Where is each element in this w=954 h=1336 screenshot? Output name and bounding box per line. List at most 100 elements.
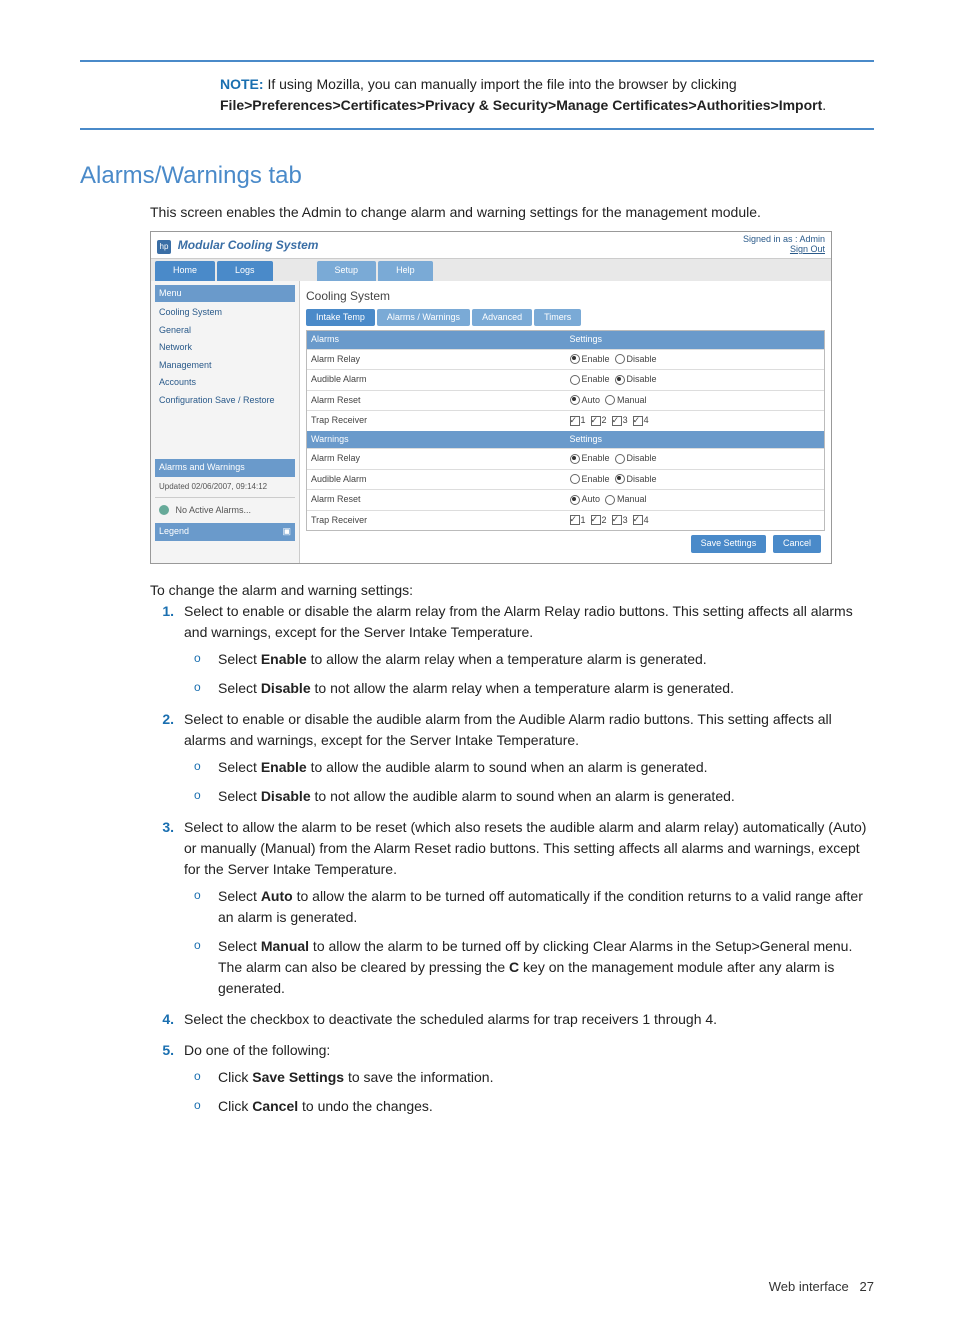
sidebar-item-accounts[interactable]: Accounts <box>155 374 295 392</box>
row-reset: Alarm Reset <box>307 390 566 411</box>
app-title: Modular Cooling System <box>178 238 319 252</box>
subtabs: Intake Temp Alarms / Warnings Advanced T… <box>306 309 825 327</box>
trap-cb-2[interactable] <box>591 416 601 426</box>
hdr-settings-2: Settings <box>566 431 825 449</box>
tab-help[interactable]: Help <box>378 261 433 281</box>
step-5b: Click Cancel to undo the changes. <box>184 1096 874 1117</box>
audible-enable-radio[interactable] <box>570 375 580 385</box>
alarm-relay-opts: Enable Disable <box>566 349 825 370</box>
sign-out-link[interactable]: Sign Out <box>743 245 825 255</box>
row-audible: Audible Alarm <box>307 369 566 390</box>
row-trap: Trap Receiver <box>307 410 566 431</box>
app-title-wrap: hp Modular Cooling System <box>157 236 318 254</box>
legend-label: Legend <box>159 525 189 539</box>
warn-trap-cb-4[interactable] <box>633 515 643 525</box>
step-2b: Select Disable to not allow the audible … <box>184 786 874 807</box>
warn-trap-cb-2[interactable] <box>591 515 601 525</box>
sidebar-item-config[interactable]: Configuration Save / Restore <box>155 392 295 410</box>
instructions: 1. Select to enable or disable the alarm… <box>150 601 874 1117</box>
reset-opts: Auto Manual <box>566 390 825 411</box>
tab-logs[interactable]: Logs <box>217 261 273 281</box>
note-text: If using Mozilla, you can manually impor… <box>267 76 736 92</box>
hdr-warnings: Warnings <box>307 431 566 449</box>
tab-home[interactable]: Home <box>155 261 215 281</box>
status-ok-icon <box>159 505 169 515</box>
instructions-lead: To change the alarm and warning settings… <box>150 580 874 601</box>
step-2a: Select Enable to allow the audible alarm… <box>184 757 874 778</box>
footer-page: 27 <box>860 1279 874 1294</box>
sidebar-item-management[interactable]: Management <box>155 357 295 375</box>
cancel-button[interactable]: Cancel <box>773 535 821 553</box>
hp-logo-icon: hp <box>157 240 171 254</box>
subtab-advanced[interactable]: Advanced <box>472 309 532 327</box>
expand-icon: ▣ <box>282 525 291 539</box>
tab-setup[interactable]: Setup <box>317 261 377 281</box>
audible-opts: Enable Disable <box>566 369 825 390</box>
note-label: NOTE: <box>220 76 264 92</box>
row-warn-relay: Alarm Relay <box>307 448 566 469</box>
save-settings-button[interactable]: Save Settings <box>691 535 767 553</box>
warn-relay-enable-radio[interactable] <box>570 454 580 464</box>
step-5a: Click Save Settings to save the informat… <box>184 1067 874 1088</box>
sidebar-no-alarms: No Active Alarms... <box>155 498 295 524</box>
sidebar-item-cooling[interactable]: Cooling System <box>155 304 295 322</box>
section-title: Alarms/Warnings tab <box>80 158 874 194</box>
warn-audible-opts: Enable Disable <box>566 469 825 490</box>
sidebar: Menu Cooling System General Network Mana… <box>151 281 300 563</box>
step-1: 1. Select to enable or disable the alarm… <box>150 601 874 699</box>
step-1a: Select Enable to allow the alarm relay w… <box>184 649 874 670</box>
note-path: File>Preferences>Certificates>Privacy & … <box>220 97 822 113</box>
warn-trap-cb-3[interactable] <box>612 515 622 525</box>
sidebar-item-network[interactable]: Network <box>155 339 295 357</box>
warn-audible-disable-radio[interactable] <box>615 474 625 484</box>
user-info: Signed in as : Admin Sign Out <box>743 235 825 255</box>
alarm-relay-disable-radio[interactable] <box>615 354 625 364</box>
settings-panel: Alarms Settings Alarm Relay Enable Disab… <box>306 330 825 531</box>
step-3b: Select Manual to allow the alarm to be t… <box>184 936 874 999</box>
warn-reset-opts: Auto Manual <box>566 489 825 510</box>
warn-reset-manual-radio[interactable] <box>605 495 615 505</box>
sidebar-updated: Updated 02/06/2007, 09:14:12 <box>155 477 295 498</box>
main-title: Cooling System <box>306 287 825 305</box>
alarm-relay-enable-radio[interactable] <box>570 354 580 364</box>
row-warn-audible: Audible Alarm <box>307 469 566 490</box>
section-intro: This screen enables the Admin to change … <box>150 202 874 223</box>
warn-trap-opts: 1 2 3 4 <box>566 510 825 531</box>
trap-cb-4[interactable] <box>633 416 643 426</box>
app-tabs: Home Logs Setup Help <box>151 259 831 281</box>
subtab-alarms-warnings[interactable]: Alarms / Warnings <box>377 309 470 327</box>
step-2: 2. Select to enable or disable the audib… <box>150 709 874 807</box>
footer-label: Web interface <box>769 1279 849 1294</box>
app-header: hp Modular Cooling System Signed in as :… <box>151 232 831 259</box>
row-warn-trap: Trap Receiver <box>307 510 566 531</box>
reset-manual-radio[interactable] <box>605 395 615 405</box>
trap-opts: 1 2 3 4 <box>566 410 825 431</box>
trap-cb-1[interactable] <box>570 416 580 426</box>
warn-relay-disable-radio[interactable] <box>615 454 625 464</box>
audible-disable-radio[interactable] <box>615 375 625 385</box>
note-block: NOTE: If using Mozilla, you can manually… <box>220 74 874 116</box>
sidebar-item-general[interactable]: General <box>155 322 295 340</box>
step-4: 4. Select the checkbox to deactivate the… <box>150 1009 874 1030</box>
app-screenshot: hp Modular Cooling System Signed in as :… <box>150 231 832 564</box>
step-1b: Select Disable to not allow the alarm re… <box>184 678 874 699</box>
trap-cb-3[interactable] <box>612 416 622 426</box>
sidebar-status-head: Alarms and Warnings <box>155 459 295 477</box>
warn-trap-cb-1[interactable] <box>570 515 580 525</box>
step-3a: Select Auto to allow the alarm to be tur… <box>184 886 874 928</box>
bottom-rule <box>80 128 874 130</box>
row-warn-reset: Alarm Reset <box>307 489 566 510</box>
subtab-intake[interactable]: Intake Temp <box>306 309 375 327</box>
top-rule <box>80 60 874 62</box>
sidebar-legend[interactable]: Legend ▣ <box>155 523 295 541</box>
step-3: 3. Select to allow the alarm to be reset… <box>150 817 874 999</box>
button-row: Save Settings Cancel <box>306 531 825 557</box>
warn-relay-opts: Enable Disable <box>566 448 825 469</box>
warn-audible-enable-radio[interactable] <box>570 474 580 484</box>
subtab-timers[interactable]: Timers <box>534 309 581 327</box>
sidebar-menu-head: Menu <box>155 285 295 303</box>
page-footer: Web interface 27 <box>80 1277 874 1297</box>
reset-auto-radio[interactable] <box>570 395 580 405</box>
row-alarm-relay: Alarm Relay <box>307 349 566 370</box>
warn-reset-auto-radio[interactable] <box>570 495 580 505</box>
